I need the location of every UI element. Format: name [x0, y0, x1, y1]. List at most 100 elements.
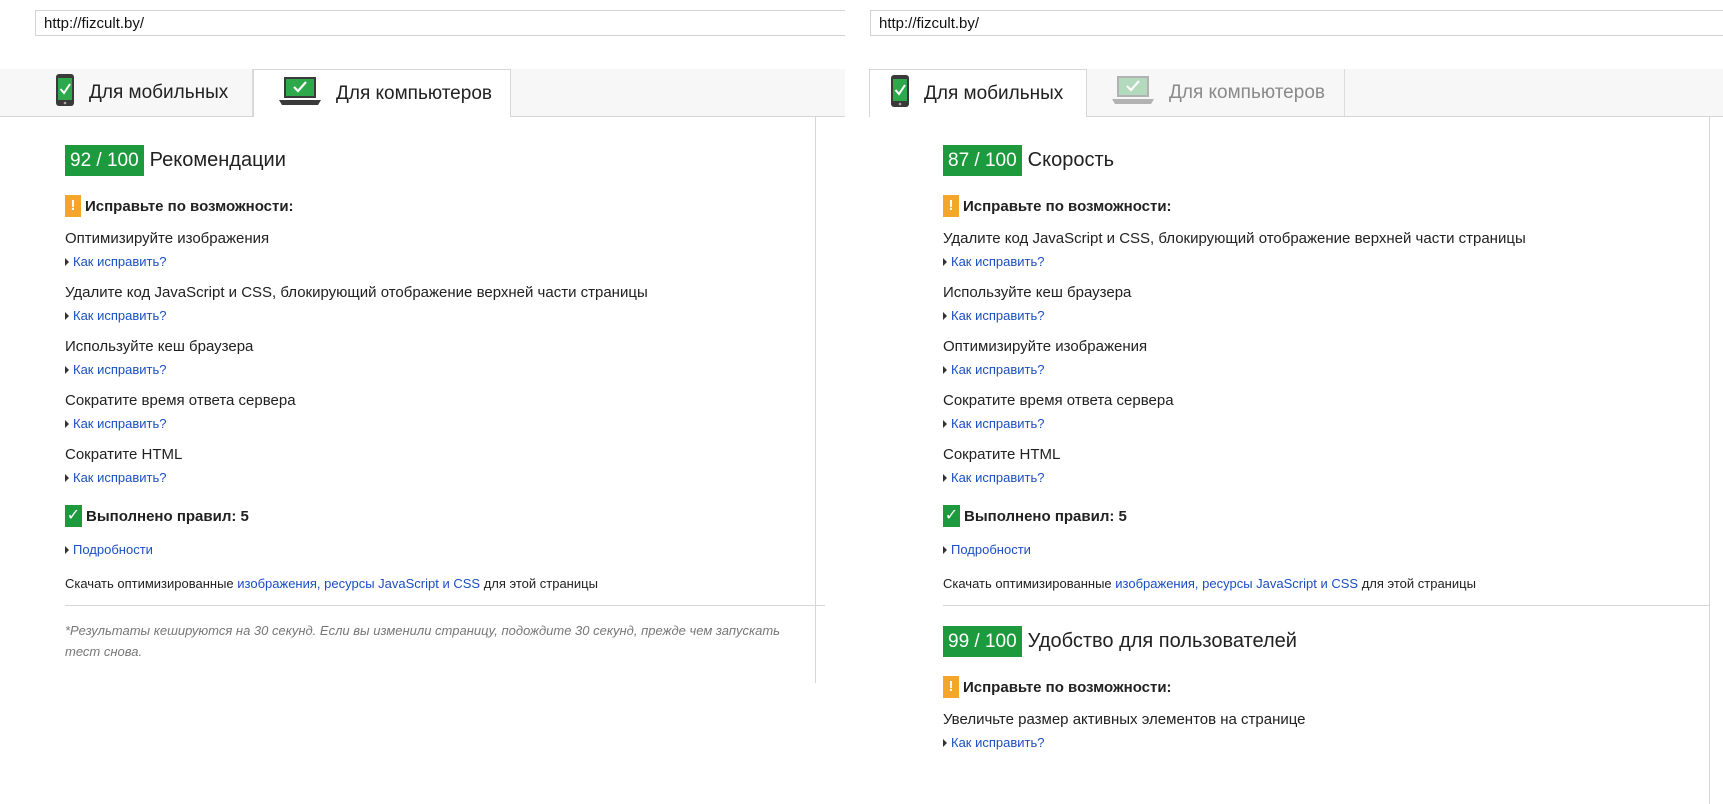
- report-content: 92 / 100 Рекомендации ! Исправьте по воз…: [65, 145, 825, 662]
- expand-triangle-icon: [65, 258, 69, 266]
- rule-title: Используйте кеш браузера: [943, 284, 1132, 301]
- download-prefix: Скачать оптимизированные: [65, 576, 234, 591]
- expand-triangle-icon: [65, 312, 69, 320]
- fix-heading-text: Исправьте по возможности:: [85, 197, 294, 215]
- download-separator: ,: [1194, 576, 1199, 591]
- url-input[interactable]: http://fizcult.by/: [870, 10, 1723, 36]
- expand-triangle-icon: [943, 474, 947, 482]
- fix-section-heading: ! Исправьте по возможности:: [943, 195, 1709, 217]
- tab-mobile[interactable]: Для мобильных: [869, 69, 1087, 117]
- divider: [943, 605, 1709, 606]
- rule-title: Сократите HTML: [943, 446, 1061, 463]
- how-to-fix-link[interactable]: Как исправить?: [65, 307, 825, 325]
- tab-mobile-label: Для мобильных: [89, 81, 229, 103]
- expand-triangle-icon: [65, 474, 69, 482]
- tab-desktop[interactable]: Для компьютеров: [253, 69, 511, 117]
- download-images-link[interactable]: изображения: [237, 576, 317, 591]
- report-content: 87 / 100 Скорость ! Исправьте по возможн…: [943, 145, 1709, 752]
- checkmark-icon: ✓: [65, 505, 82, 527]
- warning-icon: !: [65, 195, 81, 217]
- download-separator: ,: [316, 576, 321, 591]
- rule-title: Оптимизируйте изображения: [943, 338, 1148, 355]
- expand-triangle-icon: [65, 366, 69, 374]
- download-line: Скачать оптимизированные изображения, ре…: [65, 575, 825, 593]
- usability-score-row: 99 / 100 Удобство для пользователей: [943, 626, 1709, 657]
- how-to-fix-label: Как исправить?: [951, 254, 1045, 269]
- download-suffix: для этой страницы: [483, 576, 598, 591]
- passed-rules-heading: ✓ Выполнено правил: 5: [65, 505, 825, 527]
- expand-triangle-icon: [65, 546, 69, 554]
- expand-triangle-icon: [943, 366, 947, 374]
- how-to-fix-label: Как исправить?: [951, 308, 1045, 323]
- details-label: Подробности: [73, 542, 153, 557]
- score-title: Скорость: [1027, 149, 1115, 171]
- passed-rules-text: Выполнено правил: 5: [86, 507, 249, 525]
- fix-heading-text: Исправьте по возможности:: [963, 197, 1172, 215]
- cache-footnote: *Результаты кешируются на 30 секунд. Есл…: [65, 623, 781, 659]
- download-suffix: для этой страницы: [1361, 576, 1476, 591]
- how-to-fix-label: Как исправить?: [73, 254, 167, 269]
- how-to-fix-link[interactable]: Как исправить?: [943, 734, 1709, 752]
- how-to-fix-link[interactable]: Как исправить?: [65, 415, 825, 433]
- content-border: [1709, 116, 1710, 804]
- rule-title: Используйте кеш браузера: [65, 338, 254, 355]
- expand-triangle-icon: [943, 739, 947, 747]
- tab-desktop[interactable]: Для компьютеров: [1087, 69, 1345, 116]
- rule-title: Сократите время ответа сервера: [65, 392, 296, 409]
- how-to-fix-link[interactable]: Как исправить?: [943, 253, 1709, 271]
- how-to-fix-link[interactable]: Как исправить?: [943, 415, 1709, 433]
- rule-title: Удалите код JavaScript и CSS, блокирующи…: [65, 284, 648, 301]
- tab-desktop-label: Для компьютеров: [1169, 81, 1325, 103]
- how-to-fix-link[interactable]: Как исправить?: [943, 469, 1709, 487]
- how-to-fix-link[interactable]: Как исправить?: [943, 361, 1709, 379]
- rule-title: Увеличьте размер активных элементов на с…: [943, 711, 1306, 728]
- how-to-fix-label: Как исправить?: [951, 362, 1045, 377]
- download-images-link[interactable]: изображения: [1115, 576, 1195, 591]
- warning-icon: !: [943, 195, 959, 217]
- expand-triangle-icon: [943, 258, 947, 266]
- how-to-fix-label: Как исправить?: [73, 470, 167, 485]
- rule-title: Оптимизируйте изображения: [65, 230, 270, 247]
- url-input[interactable]: http://fizcult.by/: [35, 10, 845, 36]
- device-tabs: Для мобильных Для компьютеров: [869, 69, 1723, 117]
- how-to-fix-link[interactable]: Как исправить?: [943, 307, 1709, 325]
- score-row: 92 / 100 Рекомендации: [65, 145, 825, 176]
- device-tabs: Для мобильных Для компьютеров: [0, 69, 845, 117]
- phone-check-icon: [55, 73, 75, 112]
- passed-rules-heading: ✓ Выполнено правил: 5: [943, 505, 1709, 527]
- score-title: Удобство для пользователей: [1027, 630, 1297, 652]
- fix-section-heading: ! Исправьте по возможности:: [65, 195, 825, 217]
- how-to-fix-label: Как исправить?: [951, 470, 1045, 485]
- laptop-check-icon: [1111, 74, 1155, 111]
- phone-check-icon: [890, 74, 910, 113]
- how-to-fix-label: Как исправить?: [951, 416, 1045, 431]
- download-prefix: Скачать оптимизированные: [943, 576, 1112, 591]
- right-report-panel: http://fizcult.by/ Для мобильных Для ком…: [869, 0, 1723, 804]
- rule-title: Удалите код JavaScript и CSS, блокирующи…: [943, 230, 1526, 247]
- divider: [65, 605, 825, 606]
- passed-rules-text: Выполнено правил: 5: [964, 507, 1127, 525]
- tab-mobile[interactable]: Для мобильных: [35, 69, 253, 116]
- fix-section-heading: ! Исправьте по возможности:: [943, 676, 1709, 698]
- how-to-fix-link[interactable]: Как исправить?: [65, 469, 825, 487]
- how-to-fix-label: Как исправить?: [73, 362, 167, 377]
- details-link[interactable]: Подробности: [65, 541, 825, 559]
- warning-icon: !: [943, 676, 959, 698]
- expand-triangle-icon: [943, 546, 947, 554]
- how-to-fix-link[interactable]: Как исправить?: [65, 361, 825, 379]
- expand-triangle-icon: [943, 420, 947, 428]
- how-to-fix-label: Как исправить?: [951, 735, 1045, 750]
- laptop-check-icon: [278, 75, 322, 112]
- expand-triangle-icon: [943, 312, 947, 320]
- left-report-panel: http://fizcult.by/ Для мобильных Для ком…: [0, 0, 845, 804]
- fix-heading-text: Исправьте по возможности:: [963, 678, 1172, 696]
- download-resources-link[interactable]: ресурсы JavaScript и CSS: [324, 576, 480, 591]
- rule-title: Сократите HTML: [65, 446, 183, 463]
- download-resources-link[interactable]: ресурсы JavaScript и CSS: [1202, 576, 1358, 591]
- score-badge: 87 / 100: [943, 145, 1022, 176]
- how-to-fix-label: Как исправить?: [73, 416, 167, 431]
- details-link[interactable]: Подробности: [943, 541, 1709, 559]
- how-to-fix-link[interactable]: Как исправить?: [65, 253, 825, 271]
- checkmark-icon: ✓: [943, 505, 960, 527]
- rule-title: Сократите время ответа сервера: [943, 392, 1174, 409]
